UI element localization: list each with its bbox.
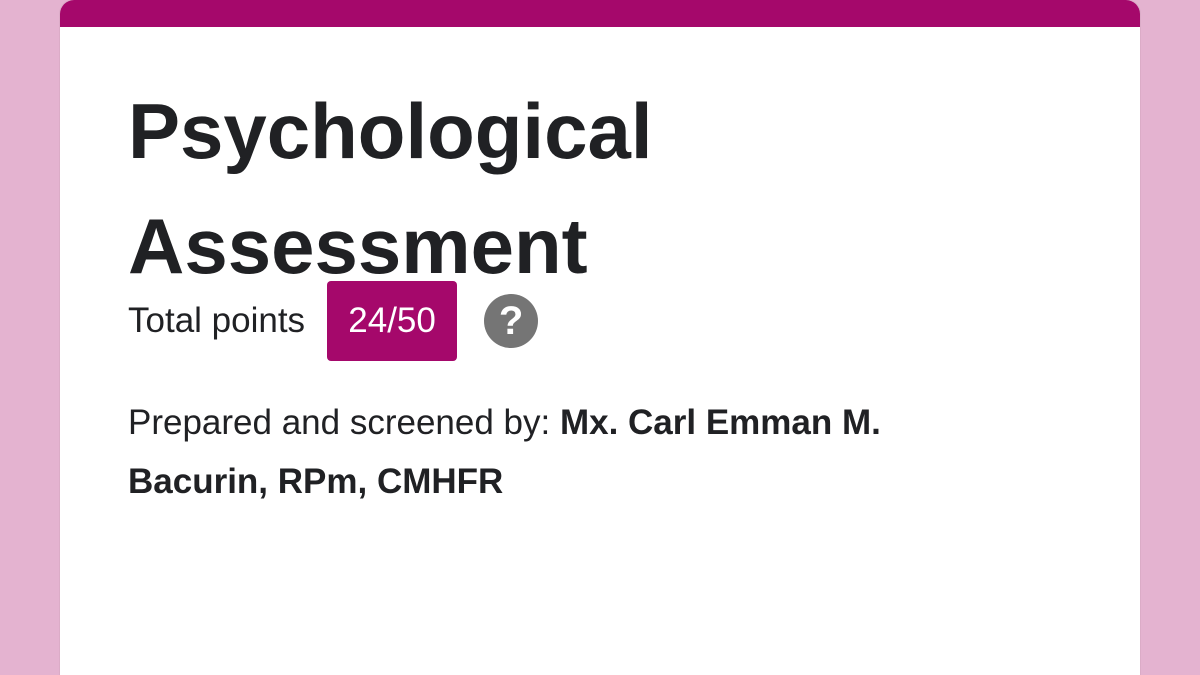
page-background: Psychological Assessment Total points 24… — [0, 0, 1200, 675]
prepared-by-label: Prepared and screened by: — [128, 403, 560, 442]
help-icon[interactable]: ? — [484, 294, 539, 348]
score-badge: 24/50 — [327, 281, 458, 361]
prepared-by-text: Prepared and screened by: Mx. Carl Emman… — [128, 393, 1028, 511]
form-title: Psychological Assessment — [128, 87, 653, 290]
total-points-row: Total points 24/50 ? — [128, 281, 539, 361]
total-points-label: Total points — [128, 301, 306, 340]
form-header-card: Psychological Assessment Total points 24… — [60, 0, 1140, 675]
card-accent-bar — [60, 0, 1140, 27]
